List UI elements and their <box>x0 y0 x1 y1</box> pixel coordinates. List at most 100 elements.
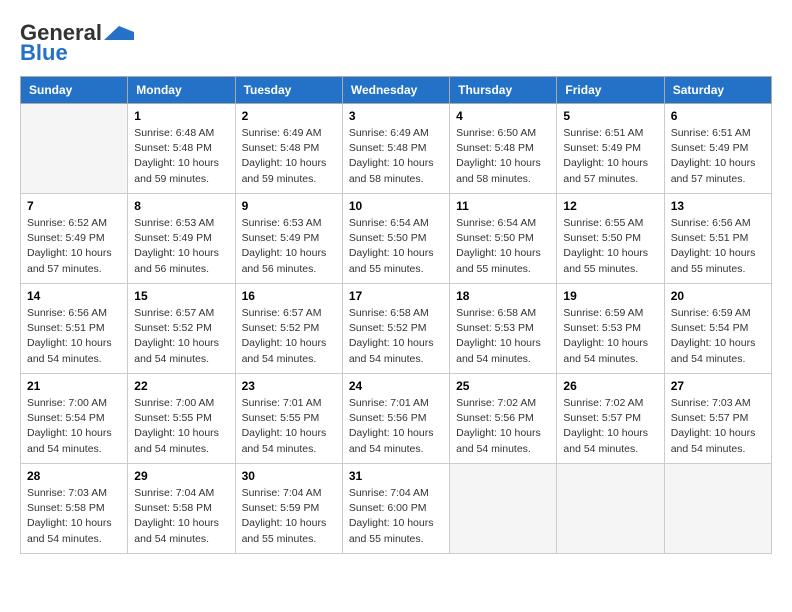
day-number: 10 <box>349 199 443 213</box>
sunset-text: Sunset: 5:59 PM <box>242 502 320 514</box>
calendar-cell: 28Sunrise: 7:03 AMSunset: 5:58 PMDayligh… <box>21 464 128 554</box>
sunrise-text: Sunrise: 7:00 AM <box>27 397 107 409</box>
daylight-text: Daylight: 10 hoursand 56 minutes. <box>134 247 219 274</box>
sunrise-text: Sunrise: 6:58 AM <box>349 307 429 319</box>
daylight-text: Daylight: 10 hoursand 54 minutes. <box>349 337 434 364</box>
day-number: 1 <box>134 109 228 123</box>
daylight-text: Daylight: 10 hoursand 58 minutes. <box>349 157 434 184</box>
daylight-text: Daylight: 10 hoursand 54 minutes. <box>456 337 541 364</box>
daylight-text: Daylight: 10 hoursand 54 minutes. <box>671 337 756 364</box>
sunrise-text: Sunrise: 6:49 AM <box>242 127 322 139</box>
sunset-text: Sunset: 5:53 PM <box>456 322 534 334</box>
day-number: 30 <box>242 469 336 483</box>
day-info: Sunrise: 7:04 AMSunset: 5:58 PMDaylight:… <box>134 486 228 547</box>
daylight-text: Daylight: 10 hoursand 57 minutes. <box>27 247 112 274</box>
calendar-cell: 4Sunrise: 6:50 AMSunset: 5:48 PMDaylight… <box>450 104 557 194</box>
day-number: 19 <box>563 289 657 303</box>
calendar-cell: 13Sunrise: 6:56 AMSunset: 5:51 PMDayligh… <box>664 194 771 284</box>
sunrise-text: Sunrise: 7:04 AM <box>134 487 214 499</box>
sunset-text: Sunset: 5:50 PM <box>456 232 534 244</box>
day-number: 3 <box>349 109 443 123</box>
daylight-text: Daylight: 10 hoursand 57 minutes. <box>671 157 756 184</box>
sunrise-text: Sunrise: 6:55 AM <box>563 217 643 229</box>
weekday-header-thursday: Thursday <box>450 77 557 104</box>
sunrise-text: Sunrise: 7:00 AM <box>134 397 214 409</box>
day-info: Sunrise: 6:53 AMSunset: 5:49 PMDaylight:… <box>242 216 336 277</box>
calendar-cell: 14Sunrise: 6:56 AMSunset: 5:51 PMDayligh… <box>21 284 128 374</box>
daylight-text: Daylight: 10 hoursand 59 minutes. <box>242 157 327 184</box>
calendar-cell: 3 Sunrise: 6:49 AMSunset: 5:48 PMDaylight… <box>342 104 449 194</box>
week-row-5: 28Sunrise: 7:03 AMSunset: 5:58 PMDayligh… <box>21 464 772 554</box>
day-info: Sunrise: 6:59 AMSunset: 5:53 PMDaylight:… <box>563 306 657 367</box>
logo-icon <box>104 26 134 40</box>
day-info: Sunrise: 6:49 AMSunset: 5:48 PMDaylight:… <box>349 126 443 187</box>
sunset-text: Sunset: 5:52 PM <box>242 322 320 334</box>
calendar-cell: 12Sunrise: 6:55 AMSunset: 5:50 PMDayligh… <box>557 194 664 284</box>
calendar-cell: 22Sunrise: 7:00 AMSunset: 5:55 PMDayligh… <box>128 374 235 464</box>
calendar-cell: 31 Sunrise: 7:04 AMSunset: 6:00 PMDayligh… <box>342 464 449 554</box>
calendar-cell: 11 Sunrise: 6:54 AMSunset: 5:50 PMDayligh… <box>450 194 557 284</box>
day-number: 22 <box>134 379 228 393</box>
day-info: Sunrise: 7:02 AMSunset: 5:57 PMDaylight:… <box>563 396 657 457</box>
sunset-text: Sunset: 5:49 PM <box>27 232 105 244</box>
sunset-text: Sunset: 5:58 PM <box>27 502 105 514</box>
sunset-text: Sunset: 5:48 PM <box>242 142 320 154</box>
sunrise-text: Sunrise: 7:04 AM <box>349 487 429 499</box>
week-row-2: 7Sunrise: 6:52 AMSunset: 5:49 PMDaylight… <box>21 194 772 284</box>
sunrise-text: Sunrise: 6:53 AM <box>134 217 214 229</box>
sunset-text: Sunset: 5:51 PM <box>27 322 105 334</box>
daylight-text: Daylight: 10 hoursand 55 minutes. <box>563 247 648 274</box>
daylight-text: Daylight: 10 hoursand 54 minutes. <box>134 427 219 454</box>
day-number: 9 <box>242 199 336 213</box>
sunrise-text: Sunrise: 6:58 AM <box>456 307 536 319</box>
calendar-cell: 18Sunrise: 6:58 AMSunset: 5:53 PMDayligh… <box>450 284 557 374</box>
day-number: 14 <box>27 289 121 303</box>
calendar-cell: 26Sunrise: 7:02 AMSunset: 5:57 PMDayligh… <box>557 374 664 464</box>
calendar-cell: 27Sunrise: 7:03 AMSunset: 5:57 PMDayligh… <box>664 374 771 464</box>
day-number: 31 <box>349 469 443 483</box>
day-number: 21 <box>27 379 121 393</box>
sunrise-text: Sunrise: 6:51 AM <box>563 127 643 139</box>
sunrise-text: Sunrise: 7:04 AM <box>242 487 322 499</box>
calendar-cell <box>557 464 664 554</box>
day-info: Sunrise: 6:55 AMSunset: 5:50 PMDaylight:… <box>563 216 657 277</box>
weekday-header-friday: Friday <box>557 77 664 104</box>
calendar-cell <box>450 464 557 554</box>
day-number: 13 <box>671 199 765 213</box>
sunrise-text: Sunrise: 6:53 AM <box>242 217 322 229</box>
day-info: Sunrise: 7:04 AMSunset: 6:00 PMDaylight:… <box>349 486 443 547</box>
sunrise-text: Sunrise: 6:50 AM <box>456 127 536 139</box>
calendar-cell: 17Sunrise: 6:58 AMSunset: 5:52 PMDayligh… <box>342 284 449 374</box>
daylight-text: Daylight: 10 hoursand 55 minutes. <box>242 517 327 544</box>
calendar-cell: 15Sunrise: 6:57 AMSunset: 5:52 PMDayligh… <box>128 284 235 374</box>
calendar-cell: 23Sunrise: 7:01 AMSunset: 5:55 PMDayligh… <box>235 374 342 464</box>
sunrise-text: Sunrise: 6:54 AM <box>349 217 429 229</box>
day-info: Sunrise: 6:51 AMSunset: 5:49 PMDaylight:… <box>671 126 765 187</box>
sunrise-text: Sunrise: 6:52 AM <box>27 217 107 229</box>
sunrise-text: Sunrise: 7:01 AM <box>242 397 322 409</box>
day-info: Sunrise: 6:57 AMSunset: 5:52 PMDaylight:… <box>134 306 228 367</box>
calendar-cell <box>21 104 128 194</box>
sunset-text: Sunset: 5:48 PM <box>134 142 212 154</box>
weekday-header-wednesday: Wednesday <box>342 77 449 104</box>
day-number: 16 <box>242 289 336 303</box>
daylight-text: Daylight: 10 hoursand 54 minutes. <box>242 427 327 454</box>
day-number: 17 <box>349 289 443 303</box>
week-row-4: 21Sunrise: 7:00 AMSunset: 5:54 PMDayligh… <box>21 374 772 464</box>
sunset-text: Sunset: 5:54 PM <box>671 322 749 334</box>
day-info: Sunrise: 6:54 AMSunset: 5:50 PMDaylight:… <box>456 216 550 277</box>
sunrise-text: Sunrise: 6:51 AM <box>671 127 751 139</box>
sunset-text: Sunset: 5:56 PM <box>349 412 427 424</box>
sunset-text: Sunset: 5:49 PM <box>242 232 320 244</box>
logo-blue: Blue <box>20 40 68 66</box>
day-number: 25 <box>456 379 550 393</box>
sunrise-text: Sunrise: 7:03 AM <box>27 487 107 499</box>
day-number: 11 <box>456 199 550 213</box>
day-info: Sunrise: 7:03 AMSunset: 5:58 PMDaylight:… <box>27 486 121 547</box>
day-number: 27 <box>671 379 765 393</box>
sunset-text: Sunset: 5:53 PM <box>563 322 641 334</box>
day-number: 2 <box>242 109 336 123</box>
sunset-text: Sunset: 5:50 PM <box>349 232 427 244</box>
calendar-cell: 10Sunrise: 6:54 AMSunset: 5:50 PMDayligh… <box>342 194 449 284</box>
sunset-text: Sunset: 5:57 PM <box>563 412 641 424</box>
